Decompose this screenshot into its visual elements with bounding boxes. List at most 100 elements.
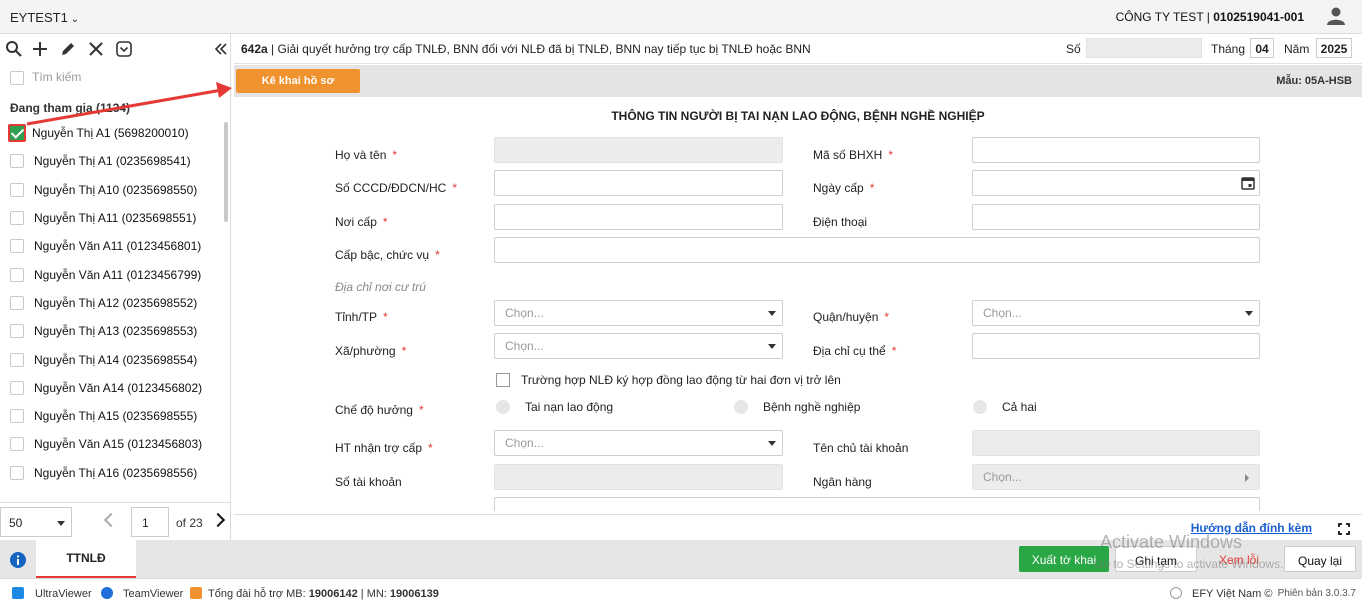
form-title: 642a | Giải quyết hưởng trợ cấp TNLĐ, BN… — [241, 42, 811, 56]
thang-label: Tháng — [1211, 42, 1246, 56]
list-item[interactable]: Nguyễn Văn A15 (0123456803) — [0, 430, 222, 458]
list-scrollbar[interactable] — [224, 122, 228, 222]
fullscreen-icon[interactable] — [1338, 523, 1350, 535]
row-checkbox[interactable] — [10, 154, 24, 169]
ultraviewer-link[interactable]: UltraViewer — [35, 588, 92, 600]
dia-chi-cu-the-input[interactable] — [972, 333, 1260, 359]
dia-chi-caption: Địa chỉ nơi cư trú — [335, 280, 426, 294]
edit-icon[interactable] — [59, 40, 77, 58]
guide-link[interactable]: Hướng dẫn đính kèm — [1191, 521, 1312, 535]
list-item[interactable]: Nguyễn Thị A15 (0235698555) — [0, 402, 222, 430]
list-item-label: Nguyễn Thị A1 (5698200010) — [32, 126, 189, 141]
prev-page-icon[interactable] — [103, 512, 119, 528]
ho-ten-input[interactable] — [494, 137, 783, 163]
list-toolbar — [0, 34, 230, 64]
cap-bac-label: Cấp bậc, chức vụ * — [335, 248, 440, 262]
list-item[interactable]: Nguyễn Thị A11 (0235698551) — [0, 204, 222, 232]
list-item[interactable]: Nguyễn Văn A14 (0123456802) — [0, 374, 222, 402]
list-item[interactable]: Nguyễn Văn A11 (0123456799) — [0, 260, 222, 288]
ngan-hang-select[interactable]: Chọn... — [972, 464, 1260, 490]
so-label: Số — [1066, 42, 1081, 56]
efy-link[interactable]: EFY Việt Nam © — [1192, 588, 1272, 600]
radio-ca-hai[interactable] — [973, 400, 987, 414]
search-input[interactable]: Tìm kiếm — [32, 70, 81, 84]
ghi-tam-button[interactable]: Ghi tạm — [1115, 546, 1197, 572]
app-switcher[interactable]: EYTEST1 ⌄ — [10, 10, 79, 25]
page-size-select[interactable]: 50 — [0, 507, 72, 537]
ten-chu-tk-label: Tên chủ tài khoản — [813, 441, 909, 455]
delete-icon[interactable] — [87, 40, 105, 58]
ten-chu-tk-input[interactable] — [972, 430, 1260, 456]
tab-ttnld[interactable]: TTNLĐ — [36, 540, 136, 578]
form-footer: Hướng dẫn đính kèm — [234, 514, 1362, 540]
truong-hop-checkbox[interactable] — [496, 373, 510, 387]
so-tk-input[interactable] — [494, 464, 783, 490]
ultraviewer-icon — [12, 587, 24, 599]
list-item[interactable]: Nguyễn Thị A13 (0235698553) — [0, 317, 222, 345]
teamviewer-icon — [101, 587, 113, 599]
quan-huyen-select[interactable]: Chọn... — [972, 300, 1260, 326]
so-input[interactable] — [1086, 38, 1202, 58]
row-checkbox[interactable] — [10, 239, 24, 254]
ma-so-bhxh-input[interactable] — [972, 137, 1260, 163]
list-item[interactable]: Nguyễn Văn A16 (0123456804) — [0, 487, 222, 494]
user-icon[interactable] — [1326, 6, 1346, 26]
radio-benh-nghe-nghiep[interactable] — [734, 400, 748, 414]
row-checkbox[interactable] — [10, 409, 24, 424]
so-cccd-input[interactable] — [494, 170, 783, 196]
list-item[interactable]: Nguyễn Thị A10 (0235698550) — [0, 176, 222, 204]
list-item[interactable]: Nguyễn Thị A16 (0235698556) — [0, 459, 222, 487]
calendar-icon[interactable] — [1241, 176, 1255, 190]
row-checkbox[interactable] — [10, 380, 24, 395]
next-row-input[interactable] — [494, 497, 1260, 511]
info-icon[interactable] — [10, 552, 26, 568]
quay-lai-button[interactable]: Quay lại — [1284, 546, 1356, 572]
list-item[interactable]: Nguyễn Văn A11 (0123456801) — [0, 232, 222, 260]
row-checkbox[interactable] — [10, 465, 24, 480]
row-checkbox[interactable] — [10, 352, 24, 367]
ke-khai-button[interactable]: Kê khai hồ sơ — [236, 69, 360, 93]
list-item[interactable]: Nguyễn Thị A14 (0235698554) — [0, 345, 222, 373]
list-item-label: Nguyễn Thị A15 (0235698555) — [34, 409, 198, 424]
xuat-to-khai-button[interactable]: Xuất tờ khai — [1019, 546, 1109, 572]
list-item[interactable]: Nguyễn Thị A1 (5698200010) — [0, 119, 222, 147]
list-item-label: Nguyễn Văn A14 (0123456802) — [34, 380, 203, 395]
thang-input[interactable]: 04 — [1250, 38, 1274, 58]
form-template-code: Mẫu: 05A-HSB — [1276, 75, 1352, 87]
list-item[interactable]: Nguyễn Thị A12 (0235698552) — [0, 289, 222, 317]
search-row[interactable]: Tìm kiếm — [10, 70, 81, 88]
teamviewer-link[interactable]: TeamViewer — [123, 588, 183, 600]
row-checkbox[interactable] — [10, 267, 24, 282]
row-checkbox[interactable] — [10, 295, 24, 310]
cap-bac-input[interactable] — [494, 237, 1260, 263]
row-checkbox[interactable] — [10, 437, 24, 452]
next-page-icon[interactable] — [210, 512, 226, 528]
collapse-panel-icon[interactable] — [214, 40, 228, 58]
ngay-cap-label: Ngày cấp * — [813, 181, 875, 195]
nam-input[interactable]: 2025 — [1316, 38, 1352, 58]
radio-tai-nan[interactable] — [496, 400, 510, 414]
add-icon[interactable] — [31, 40, 49, 58]
noi-cap-input[interactable] — [494, 204, 783, 230]
list-item-label: Nguyễn Văn A11 (0123456799) — [34, 267, 202, 282]
row-checkbox[interactable] — [10, 324, 24, 339]
ngay-cap-input[interactable] — [972, 170, 1260, 196]
page-number-input[interactable]: 1 — [131, 507, 169, 537]
truong-hop-label: Trường hợp NLĐ ký hợp đồng lao động từ h… — [521, 373, 841, 387]
row-checkbox[interactable] — [10, 211, 24, 226]
search-icon[interactable] — [5, 40, 23, 58]
section-title: THÔNG TIN NGƯỜI BỊ TAI NẠN LAO ĐỘNG, BỆN… — [611, 109, 985, 123]
tinh-tp-select[interactable]: Chọn... — [494, 300, 783, 326]
row-checkbox[interactable] — [8, 124, 26, 143]
top-bar: EYTEST1 ⌄ CÔNG TY TEST | 0102519041-001 — [0, 0, 1362, 34]
dien-thoai-input[interactable] — [972, 204, 1260, 230]
ht-nhan-select[interactable]: Chọn... — [494, 430, 783, 456]
row-checkbox[interactable] — [10, 182, 24, 197]
dia-chi-cu-the-label: Địa chỉ cụ thể * — [813, 344, 897, 358]
xa-phuong-select[interactable]: Chọn... — [494, 333, 783, 359]
list-item[interactable]: Nguyễn Thị A1 (0235698541) — [0, 147, 222, 175]
select-all-checkbox[interactable] — [10, 70, 24, 85]
form-toolbar-band — [234, 65, 1362, 97]
xem-loi-button[interactable]: Xem lỗi — [1203, 546, 1275, 572]
select-all-icon[interactable] — [115, 40, 133, 58]
